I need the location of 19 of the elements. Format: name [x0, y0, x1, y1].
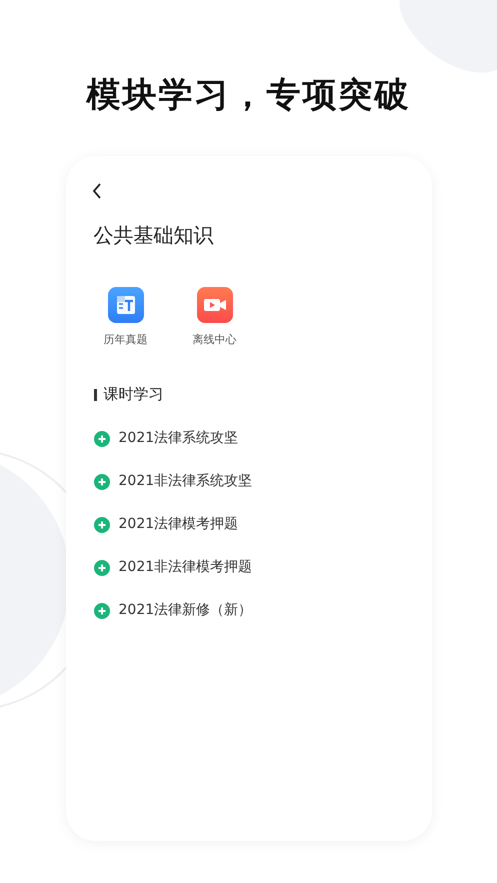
- plus-icon[interactable]: [94, 516, 110, 532]
- plus-icon[interactable]: [94, 602, 110, 618]
- course-title[interactable]: 2021非法律模考押题: [118, 557, 252, 578]
- course-title[interactable]: 2021法律模考押题: [118, 514, 238, 535]
- exam-paper-icon: [108, 287, 144, 323]
- section-title: 课时学习: [104, 385, 164, 404]
- shortcut-button[interactable]: 历年真题: [98, 287, 154, 347]
- plus-icon[interactable]: [94, 430, 110, 446]
- back-icon[interactable]: [90, 182, 102, 200]
- plus-icon[interactable]: [94, 560, 110, 576]
- shortcut-button[interactable]: 离线中心: [186, 287, 242, 347]
- section-marker: [94, 388, 96, 400]
- course-title[interactable]: 2021非法律系统攻坚: [118, 471, 252, 492]
- course-title[interactable]: 2021法律系统攻坚: [118, 428, 238, 449]
- headline: 模块学习，专项突破: [86, 74, 410, 117]
- course-title[interactable]: 2021法律新修（新）: [118, 600, 252, 621]
- video-camera-icon: [196, 287, 232, 323]
- plus-icon[interactable]: [94, 474, 110, 490]
- page-title: 公共基础知识: [94, 222, 214, 249]
